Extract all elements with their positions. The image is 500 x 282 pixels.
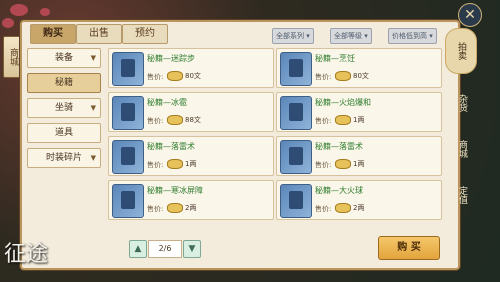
right-tab-general-store[interactable]: 杂货 — [449, 86, 475, 120]
gold-ingot-icon — [167, 71, 183, 81]
item-name: 秘籍—迷踪步 — [147, 54, 195, 63]
category-costume-fragments[interactable]: 时装碎片 ▼ — [27, 148, 101, 168]
manual-book-icon — [280, 52, 312, 86]
gold-ingot-icon — [335, 115, 351, 125]
tab-sell[interactable]: 出售 — [76, 24, 122, 44]
price-label: 售价: — [315, 161, 332, 169]
category-props[interactable]: 道具 — [27, 123, 101, 143]
next-page-button[interactable]: ▼ — [183, 240, 201, 258]
gold-ingot-icon — [167, 203, 183, 213]
tab-buy[interactable]: 购买 — [30, 24, 76, 44]
gold-ingot-icon — [335, 203, 351, 213]
item-card[interactable]: 秘籍—冰雹 售价: 88文 — [108, 92, 274, 132]
price-label: 售价: — [315, 73, 332, 81]
chevron-down-icon: ▼ — [188, 244, 196, 254]
right-tab-bar: 拍卖 杂货 商城 定值 — [445, 28, 477, 258]
item-card[interactable]: 秘籍—落雷术 售价: 1两 — [108, 136, 274, 176]
price-label: 售价: — [147, 161, 164, 169]
manual-book-icon — [112, 52, 144, 86]
item-card[interactable]: 秘籍—落雷术 售价: 1两 — [276, 136, 442, 176]
manual-book-icon — [280, 96, 312, 130]
category-manuals[interactable]: 秘籍 — [27, 73, 101, 93]
blossom-decoration — [2, 18, 14, 28]
chevron-down-icon: ▼ — [90, 54, 96, 62]
item-price: 1两 — [185, 160, 197, 168]
gold-ingot-icon — [167, 115, 183, 125]
category-label: 坐骑 — [54, 103, 73, 113]
manual-book-icon — [112, 140, 144, 174]
manual-book-icon — [112, 96, 144, 130]
chevron-down-icon: ▼ — [90, 104, 96, 112]
manual-book-icon — [112, 184, 144, 218]
tab-reserve[interactable]: 预约 — [122, 24, 168, 44]
filter-level[interactable]: 全部等级 ▾ — [330, 28, 372, 44]
blossom-decoration — [40, 8, 50, 16]
top-bar: 购买 出售 预约 全部系列 ▾ 全部等级 ▾ 价格低到高 ▾ — [24, 22, 452, 44]
filter-level-label: 全部等级 — [334, 32, 362, 40]
item-name: 秘籍—大火球 — [315, 186, 363, 195]
right-tab-fixed-value[interactable]: 定值 — [449, 178, 475, 212]
category-label: 装备 — [54, 53, 73, 63]
item-card[interactable]: 秘籍—寒冰屏障 售价: 2两 — [108, 180, 274, 220]
item-price: 2两 — [353, 204, 365, 212]
price-label: 售价: — [147, 205, 164, 213]
right-tab-mall[interactable]: 商城 — [449, 132, 475, 166]
price-label: 售价: — [147, 117, 164, 125]
item-name: 秘籍—落雷术 — [315, 142, 363, 151]
item-name: 秘籍—冰雹 — [147, 98, 187, 107]
category-equipment[interactable]: 装备 ▼ — [27, 48, 101, 68]
price-label: 售价: — [315, 205, 332, 213]
item-name: 秘籍—落雷术 — [147, 142, 195, 151]
category-mounts[interactable]: 坐骑 ▼ — [27, 98, 101, 118]
category-label: 道具 — [54, 128, 73, 138]
right-tab-auction[interactable]: 拍卖 — [445, 28, 477, 74]
page-indicator: 2/6 — [148, 240, 182, 258]
close-icon: ✕ — [464, 7, 476, 23]
game-logo: 征途 — [4, 242, 49, 267]
price-label: 售价: — [147, 73, 164, 81]
manual-book-icon — [280, 184, 312, 218]
category-label: 时装碎片 — [45, 153, 82, 163]
item-name: 秘籍—烹饪 — [315, 54, 355, 63]
filter-sort[interactable]: 价格低到高 ▾ — [388, 28, 437, 44]
gold-ingot-icon — [335, 159, 351, 169]
item-price: 1两 — [353, 116, 365, 124]
chevron-down-icon: ▼ — [90, 154, 96, 162]
item-card[interactable]: 秘籍—烹饪 售价: 80文 — [276, 48, 442, 88]
item-price: 80文 — [185, 72, 201, 80]
filter-sort-label: 价格低到高 — [392, 32, 427, 40]
prev-page-button[interactable]: ▲ — [129, 240, 147, 258]
price-label: 售价: — [315, 117, 332, 125]
item-card[interactable]: 秘籍—大火球 售价: 2两 — [276, 180, 442, 220]
blossom-decoration — [10, 4, 28, 16]
category-label: 秘籍 — [54, 78, 73, 88]
category-list: 装备 ▼ 秘籍 坐骑 ▼ 道具 时装碎片 ▼ — [27, 48, 101, 173]
item-name: 秘籍—火焰爆和 — [315, 98, 371, 107]
filter-series[interactable]: 全部系列 ▾ — [272, 28, 314, 44]
filter-series-label: 全部系列 — [276, 32, 304, 40]
item-name: 秘籍—寒冰屏障 — [147, 186, 203, 195]
gold-ingot-icon — [335, 71, 351, 81]
close-button[interactable]: ✕ — [458, 3, 482, 27]
item-card[interactable]: 秘籍—迷踪步 售价: 80文 — [108, 48, 274, 88]
item-price: 80文 — [353, 72, 369, 80]
manual-book-icon — [280, 140, 312, 174]
item-price: 88文 — [185, 116, 201, 124]
chevron-up-icon: ▲ — [134, 244, 142, 254]
gold-ingot-icon — [167, 159, 183, 169]
item-price: 1两 — [353, 160, 365, 168]
item-price: 2两 — [185, 204, 197, 212]
item-card[interactable]: 秘籍—火焰爆和 售价: 1两 — [276, 92, 442, 132]
buy-button[interactable]: 购 买 — [378, 236, 440, 260]
